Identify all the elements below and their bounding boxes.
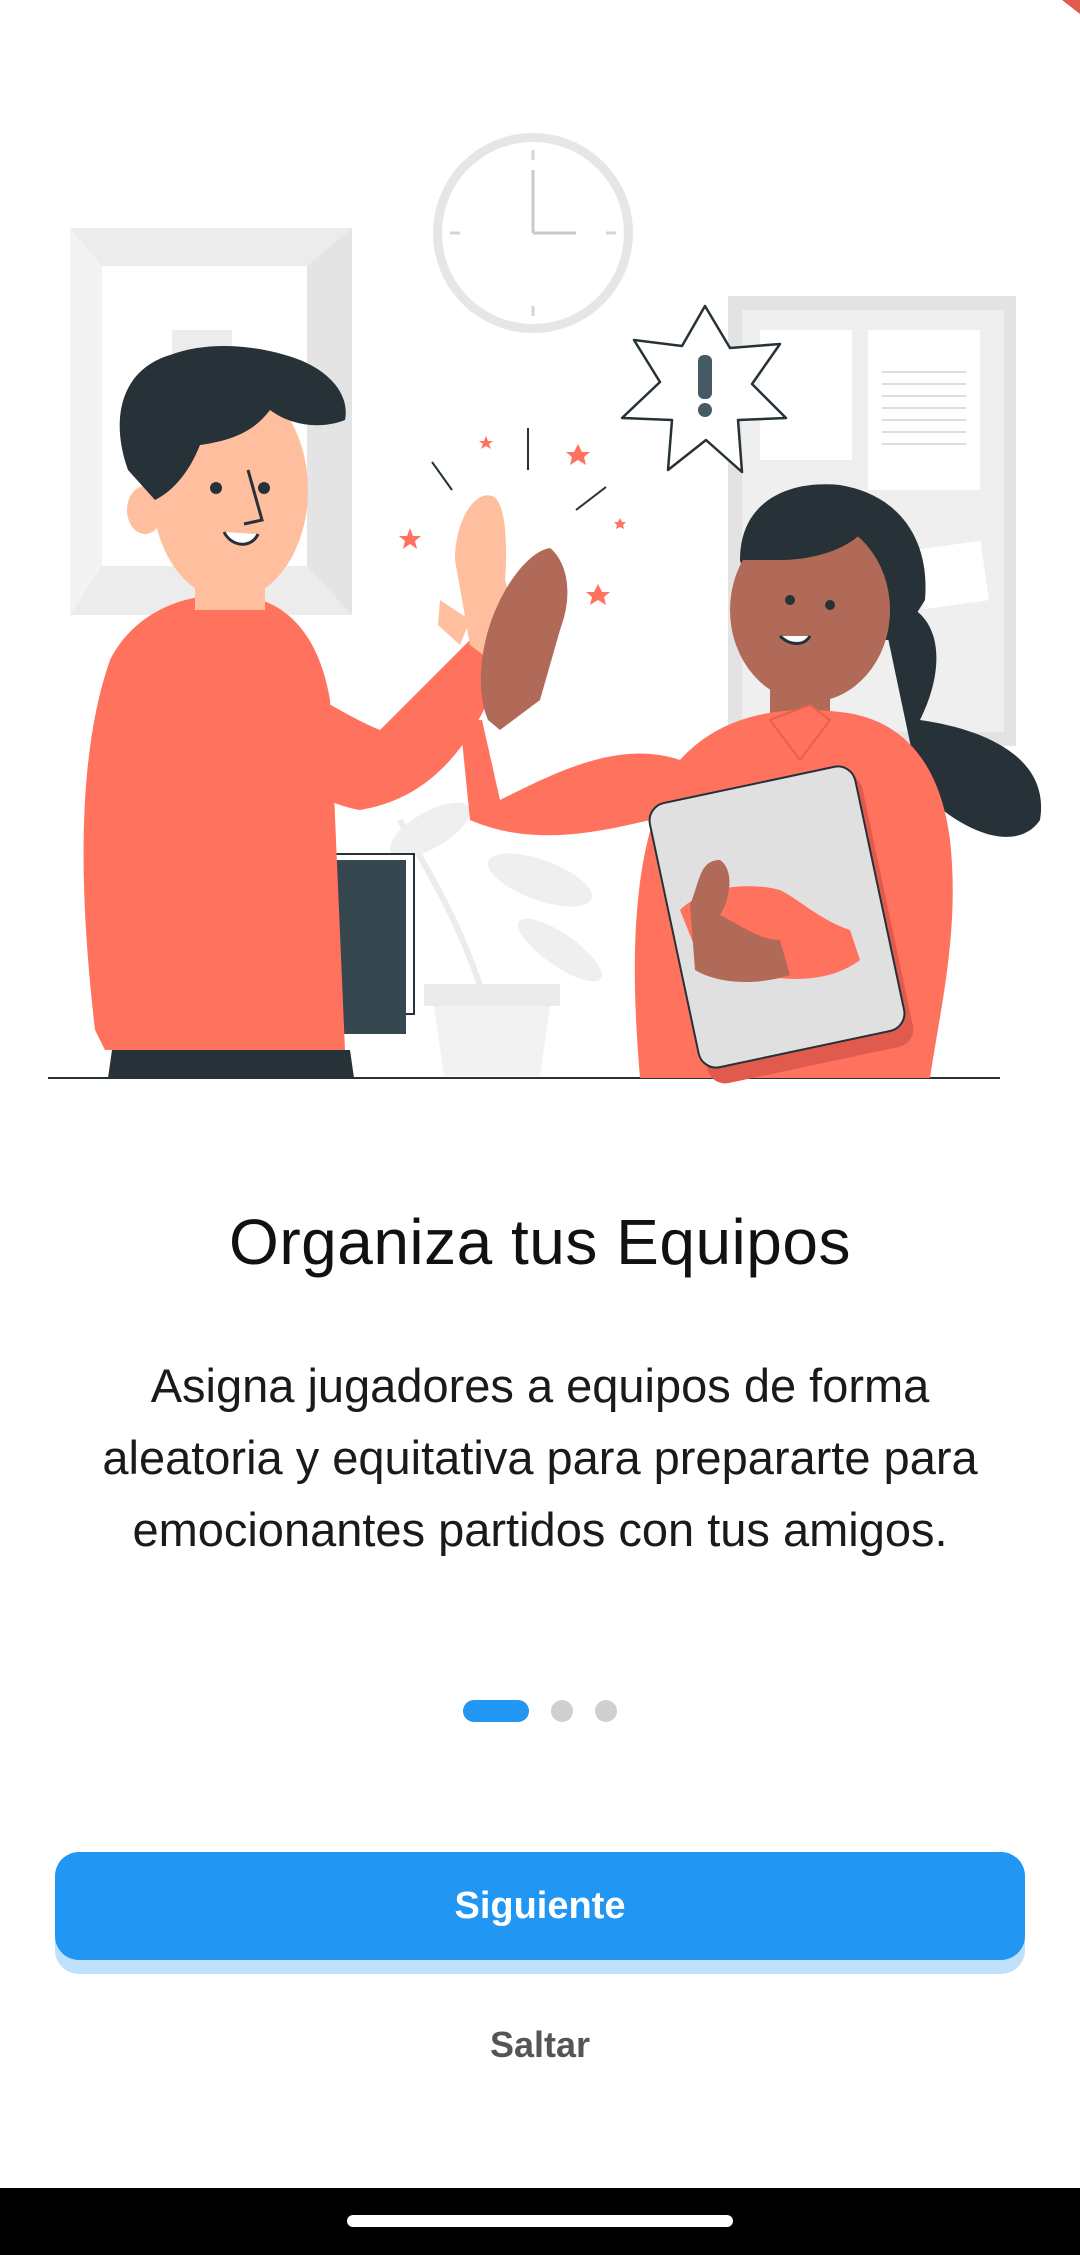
page-indicator — [0, 1700, 1080, 1724]
next-button-label: Siguiente — [454, 1884, 626, 1927]
high-five-illustration — [48, 133, 1042, 1084]
next-button[interactable]: Siguiente — [55, 1852, 1025, 1960]
page-description: Asigna jugadores a equipos de forma alea… — [102, 1359, 978, 1556]
system-navigation-bar — [0, 2188, 1080, 2255]
plant-pot — [390, 802, 602, 1076]
page-dot-2[interactable] — [551, 1700, 573, 1722]
page-dot-3[interactable] — [595, 1700, 617, 1722]
clock-icon — [433, 133, 633, 333]
onboarding-screen: Organiza tus Equipos Asigna jugadores a … — [0, 0, 1080, 2255]
home-indicator[interactable] — [347, 2215, 733, 2227]
man-figure — [83, 345, 509, 1078]
skip-button-label: Saltar — [489, 2024, 591, 2065]
skip-button[interactable]: Saltar — [390, 2010, 690, 2080]
page-title: Organiza tus Equipos — [229, 1206, 851, 1278]
sparkle-lines — [431, 428, 607, 511]
page-dot-1[interactable] — [463, 1700, 529, 1722]
